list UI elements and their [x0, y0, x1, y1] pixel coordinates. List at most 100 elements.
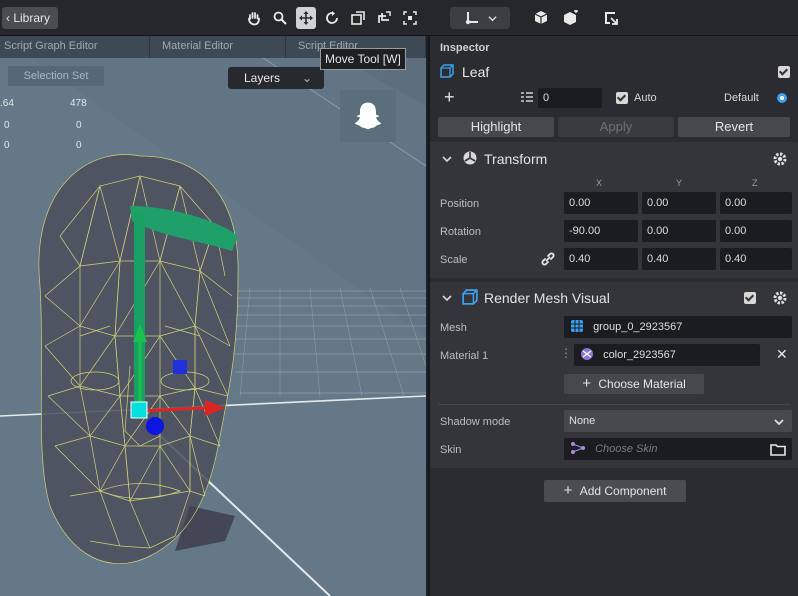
material-1-label: Material 1	[440, 350, 489, 362]
mesh-label: Mesh	[440, 322, 467, 334]
stat-value: 0	[4, 140, 10, 151]
gear-icon[interactable]	[772, 151, 788, 167]
axis-x-label: X	[596, 178, 603, 188]
choose-material-label: Choose Material	[598, 377, 686, 391]
folder-icon[interactable]	[770, 443, 786, 456]
rotation-label: Rotation	[440, 226, 481, 238]
view-cube[interactable]	[340, 90, 396, 142]
chevron-down-icon	[487, 15, 497, 21]
add-component-label: Add Component	[579, 484, 667, 498]
object-enabled-checkbox[interactable]	[778, 66, 790, 78]
transform-section: Transform X Y Z Position 0.00 0.00 0.00 …	[430, 142, 798, 278]
gear-icon[interactable]	[772, 290, 788, 306]
layer-list-icon	[521, 92, 533, 102]
material-sphere-icon	[581, 348, 593, 360]
rotate-tool-icon[interactable]	[322, 7, 342, 29]
stat-value: 0	[76, 140, 82, 151]
axis-z-label: Z	[752, 178, 758, 188]
material-value: color_2923567	[603, 349, 676, 361]
stat-value: .64	[0, 98, 14, 109]
position-label: Position	[440, 198, 480, 210]
rect-tool-icon[interactable]	[374, 7, 394, 29]
layer-field[interactable]: 0	[538, 88, 602, 108]
component-enabled-checkbox[interactable]	[744, 292, 756, 304]
mesh-field[interactable]: group_0_2923567	[564, 316, 792, 338]
auto-checkbox[interactable]	[616, 92, 628, 104]
chevron-down-icon: ⌄	[301, 71, 312, 85]
scene-object-icon	[440, 64, 454, 78]
choose-material-button[interactable]: + Choose Material	[564, 374, 704, 394]
transform-title: Transform	[484, 151, 548, 167]
selection-set-button[interactable]: Selection Set	[8, 66, 104, 86]
zoom-tool-icon[interactable]	[270, 7, 290, 29]
scale-label: Scale	[440, 254, 468, 266]
library-prefix: ‹	[6, 11, 10, 25]
rotation-x-field[interactable]: -90.00	[564, 220, 638, 242]
object-name[interactable]: Leaf	[462, 64, 489, 80]
position-x-field[interactable]: 0.00	[564, 192, 638, 214]
library-button[interactable]: ‹ Library	[2, 7, 59, 29]
axis-space-icon	[465, 12, 478, 25]
tab-material-editor[interactable]: Material Editor	[150, 36, 286, 58]
stat-value: 0	[4, 120, 10, 131]
pivot-tool-icon[interactable]	[400, 7, 420, 29]
shadow-mode-value: None	[569, 415, 596, 427]
library-label: Library	[13, 11, 51, 25]
stat-value: 478	[70, 98, 87, 109]
rotation-y-field[interactable]: 0.00	[642, 220, 716, 242]
skin-bone-icon	[571, 442, 585, 454]
add-icon[interactable]: +	[444, 87, 455, 108]
drag-handle-icon[interactable]: ⋮	[560, 346, 572, 360]
skin-field[interactable]: Choose Skin	[564, 438, 792, 460]
cube-remove-icon[interactable]	[560, 7, 582, 29]
scale-y-field[interactable]: 0.40	[642, 248, 716, 270]
skin-label: Skin	[440, 444, 462, 456]
chevron-down-icon[interactable]	[442, 293, 452, 303]
add-component-button[interactable]: + Add Component	[544, 480, 686, 502]
cube-add-icon[interactable]	[530, 7, 552, 29]
transform-icon	[463, 151, 477, 165]
default-radio[interactable]	[776, 92, 788, 104]
chevron-down-icon[interactable]	[442, 154, 452, 164]
revert-button[interactable]: Revert	[678, 117, 790, 137]
axis-y-label: Y	[676, 178, 683, 188]
remove-material-icon[interactable]: ✕	[776, 346, 788, 363]
hand-tool-icon[interactable]	[244, 7, 264, 29]
shadow-mode-label: Shadow mode	[440, 416, 511, 428]
apply-button[interactable]: Apply	[558, 117, 674, 137]
main-toolbar: ‹ Library	[0, 0, 798, 36]
move-tool-tooltip: Move Tool [W]	[320, 48, 406, 70]
mesh-grid-icon	[571, 320, 583, 332]
shadow-mode-select[interactable]: None	[564, 410, 792, 432]
position-z-field[interactable]: 0.00	[720, 192, 792, 214]
layers-dropdown[interactable]: Layers ⌄	[228, 67, 324, 89]
skin-placeholder: Choose Skin	[595, 443, 658, 455]
preview-refresh-icon[interactable]	[600, 7, 622, 29]
scale-tool-icon[interactable]	[348, 7, 368, 29]
layers-label: Layers	[244, 71, 281, 85]
divider	[438, 404, 790, 405]
tab-script-graph-editor[interactable]: Script Graph Editor	[0, 36, 150, 58]
chevron-down-icon	[774, 419, 784, 426]
position-y-field[interactable]: 0.00	[642, 192, 716, 214]
inspector-title: Inspector	[440, 42, 490, 54]
plus-icon: +	[582, 375, 592, 392]
render-mesh-visual-section: Render Mesh Visual Mesh group_0_2923567 …	[430, 282, 798, 468]
transform-space-dropdown[interactable]	[450, 7, 510, 29]
auto-label: Auto	[634, 92, 657, 104]
scale-x-field[interactable]: 0.40	[564, 248, 638, 270]
mesh-visual-icon	[462, 289, 478, 305]
rotation-z-field[interactable]: 0.00	[720, 220, 792, 242]
highlight-button[interactable]: Highlight	[438, 117, 554, 137]
default-label: Default	[724, 92, 759, 104]
material-field[interactable]: color_2923567	[574, 344, 760, 366]
stat-value: 0	[76, 120, 82, 131]
mesh-value: group_0_2923567	[593, 321, 683, 333]
link-icon[interactable]	[540, 251, 556, 267]
ghost-icon	[354, 102, 382, 130]
scale-z-field[interactable]: 0.40	[720, 248, 792, 270]
inspector-panel: Inspector Leaf + 0 Auto Default Highligh…	[428, 36, 798, 596]
move-tool-icon[interactable]	[296, 7, 316, 29]
render-mesh-visual-title: Render Mesh Visual	[484, 290, 610, 306]
plus-icon: +	[563, 482, 573, 499]
